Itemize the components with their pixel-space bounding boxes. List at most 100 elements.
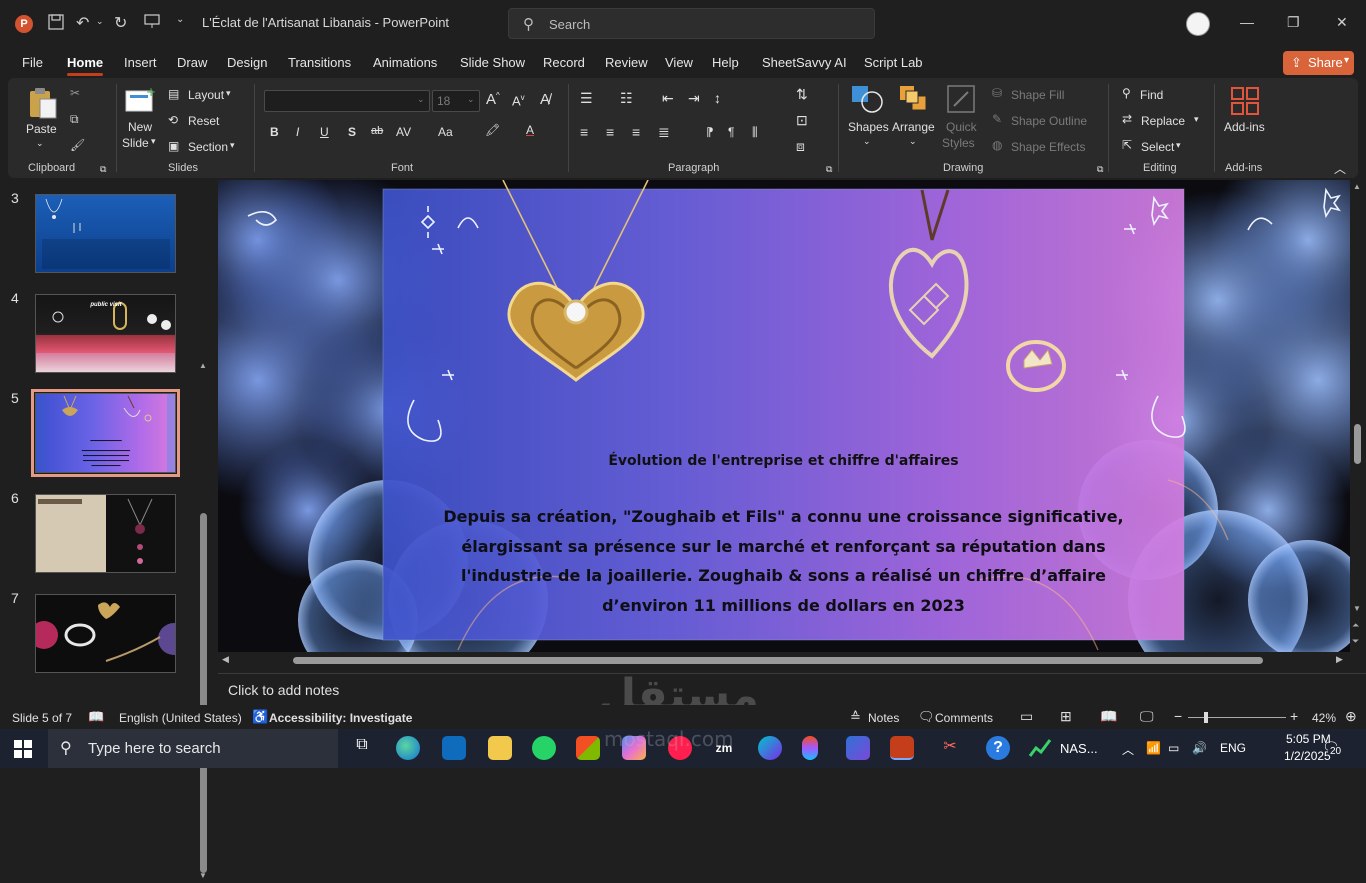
tab-animations[interactable]: Animations: [373, 55, 437, 70]
align-center-icon[interactable]: ≡: [606, 124, 614, 140]
underline-icon[interactable]: U: [320, 125, 329, 139]
stocks-label[interactable]: NAS...: [1060, 741, 1098, 756]
comments-button[interactable]: Comments: [935, 711, 993, 725]
format-painter-icon[interactable]: 🖌: [70, 138, 85, 152]
font-name-select[interactable]: ⌄: [264, 90, 430, 112]
scroll-up-icon[interactable]: ▲: [199, 361, 207, 370]
fit-slide-icon[interactable]: ⊕: [1345, 708, 1357, 725]
slide-thumbnail-selected[interactable]: ━━━━━━━━━━━━━ ━━━━━━━━━━━━━━━━━━━━ ━━━━━━…: [31, 389, 180, 477]
zoom-level[interactable]: 42%: [1312, 711, 1336, 725]
font-color-icon[interactable]: A: [526, 123, 534, 137]
align-text-icon[interactable]: ⊡: [796, 112, 808, 129]
present-icon[interactable]: [144, 13, 160, 34]
slide-thumbnail[interactable]: [35, 494, 176, 573]
chevron-down-icon[interactable]: ▾: [1176, 140, 1181, 151]
replace-button[interactable]: Replace: [1141, 114, 1185, 128]
chevron-down-icon[interactable]: ⌄: [909, 136, 917, 147]
clear-formatting-icon[interactable]: A̸: [540, 91, 550, 108]
power-automate-icon[interactable]: [846, 736, 870, 760]
strikethrough-icon[interactable]: ab: [371, 125, 383, 137]
tab-help[interactable]: Help: [712, 55, 739, 70]
dialog-launcher-icon[interactable]: ⧉: [826, 164, 832, 175]
font-size-select[interactable]: 18 ⌄: [432, 90, 480, 112]
bullets-icon[interactable]: ☰: [580, 90, 593, 107]
spellcheck-icon[interactable]: 📖: [88, 709, 104, 725]
justify-icon[interactable]: ≣: [658, 124, 670, 141]
align-left-icon[interactable]: ≡: [580, 124, 588, 140]
add-ins-button[interactable]: Add-ins: [1224, 120, 1265, 134]
shape-outline-button[interactable]: Shape Outline: [1011, 114, 1087, 128]
shapes-button[interactable]: Shapes: [848, 120, 889, 134]
reading-view-icon[interactable]: 📖: [1100, 708, 1117, 725]
tab-draw[interactable]: Draw: [177, 55, 207, 70]
quick-styles-button-line2[interactable]: Styles: [942, 136, 975, 150]
shape-effects-button[interactable]: Shape Effects: [1011, 140, 1086, 154]
dialog-launcher-icon[interactable]: ⧉: [1097, 164, 1103, 175]
shadow-icon[interactable]: S: [348, 125, 356, 139]
slide-horizontal-scrollbar[interactable]: ◀ ▶: [218, 652, 1350, 670]
paste-icon[interactable]: [28, 86, 58, 125]
accessibility-status[interactable]: Accessibility: Investigate: [269, 711, 412, 725]
scrollbar-thumb[interactable]: [293, 657, 1263, 664]
text-direction-ltr-icon[interactable]: ⁋: [706, 125, 714, 139]
new-slide-button[interactable]: New: [128, 120, 152, 134]
volume-icon[interactable]: 🔊: [1192, 741, 1207, 755]
new-slide-dropdown-icon[interactable]: ▾: [151, 136, 156, 147]
slide-editor-canvas[interactable]: Évolution de l'entreprise et chiffre d'a…: [218, 180, 1350, 652]
slide-sorter-icon[interactable]: ⊞: [1060, 708, 1072, 725]
slide-thumbnail[interactable]: [35, 594, 176, 673]
figma-icon[interactable]: [802, 736, 818, 760]
battery-icon[interactable]: ▭: [1168, 741, 1179, 755]
text-direction-rtl-icon[interactable]: ¶: [728, 125, 734, 139]
select-button[interactable]: Select: [1141, 140, 1174, 154]
edge-icon[interactable]: [396, 736, 420, 760]
taskbar-search-input[interactable]: ⚲ Type here to search: [48, 729, 338, 768]
character-spacing-icon[interactable]: AV: [396, 125, 411, 139]
italic-icon[interactable]: I: [296, 125, 299, 139]
outlook-icon[interactable]: [442, 736, 466, 760]
decrease-indent-icon[interactable]: ⇤: [662, 90, 674, 107]
bold-icon[interactable]: B: [270, 125, 279, 139]
redo-icon[interactable]: ↻: [114, 13, 127, 33]
tab-insert[interactable]: Insert: [124, 55, 157, 70]
smartart-icon[interactable]: ⧈: [796, 138, 805, 155]
tab-record[interactable]: Record: [543, 55, 585, 70]
tab-home[interactable]: Home: [67, 55, 104, 76]
zoom-slider[interactable]: [1188, 712, 1286, 723]
scroll-up-icon[interactable]: ▲: [1353, 182, 1361, 191]
normal-view-icon[interactable]: ▭: [1020, 708, 1033, 725]
columns-icon[interactable]: ⫼: [752, 125, 758, 140]
undo-dropdown-icon[interactable]: ⌄: [96, 16, 104, 27]
slide-thumbnail[interactable]: public visit: [35, 294, 176, 373]
share-button[interactable]: ⇪ Share ▾: [1283, 51, 1354, 75]
scrollbar-thumb[interactable]: [200, 513, 207, 873]
scrollbar-thumb[interactable]: [1354, 424, 1361, 464]
scroll-left-icon[interactable]: ◀: [222, 654, 229, 665]
windows-start-icon[interactable]: [14, 740, 32, 763]
scroll-down-icon[interactable]: ▼: [199, 871, 207, 880]
cut-icon[interactable]: ✂: [70, 86, 80, 100]
save-icon[interactable]: [48, 14, 64, 35]
scroll-right-icon[interactable]: ▶: [1336, 654, 1343, 665]
minimize-button[interactable]: —: [1240, 14, 1254, 30]
search-input[interactable]: ⚲ Search: [508, 8, 875, 39]
customize-qat-icon[interactable]: ⌄: [176, 14, 184, 25]
stocks-icon[interactable]: [1028, 736, 1052, 760]
tab-script-lab[interactable]: Script Lab: [864, 55, 923, 70]
paste-button[interactable]: Paste: [26, 122, 57, 136]
thumbnail-scrollbar[interactable]: ▲ ▼: [199, 361, 209, 883]
notification-center-button[interactable]: 🗨 20: [1322, 739, 1352, 759]
tab-view[interactable]: View: [665, 55, 693, 70]
numbering-icon[interactable]: ☷: [620, 90, 633, 107]
add-ins-icon[interactable]: [1230, 86, 1260, 121]
wifi-icon[interactable]: 📶: [1146, 741, 1161, 755]
reset-button[interactable]: Reset: [188, 114, 219, 128]
zoom-slider-thumb[interactable]: [1204, 712, 1208, 723]
snipping-tool-icon[interactable]: ✂: [938, 736, 962, 760]
text-direction-icon[interactable]: ⇅: [796, 86, 808, 103]
shapes-icon[interactable]: [850, 84, 884, 119]
align-right-icon[interactable]: ≡: [632, 124, 640, 140]
restore-button[interactable]: ❐: [1287, 14, 1300, 31]
copy-icon[interactable]: ⧉: [70, 112, 79, 127]
next-slide-icon[interactable]: ⏷: [1352, 636, 1359, 647]
